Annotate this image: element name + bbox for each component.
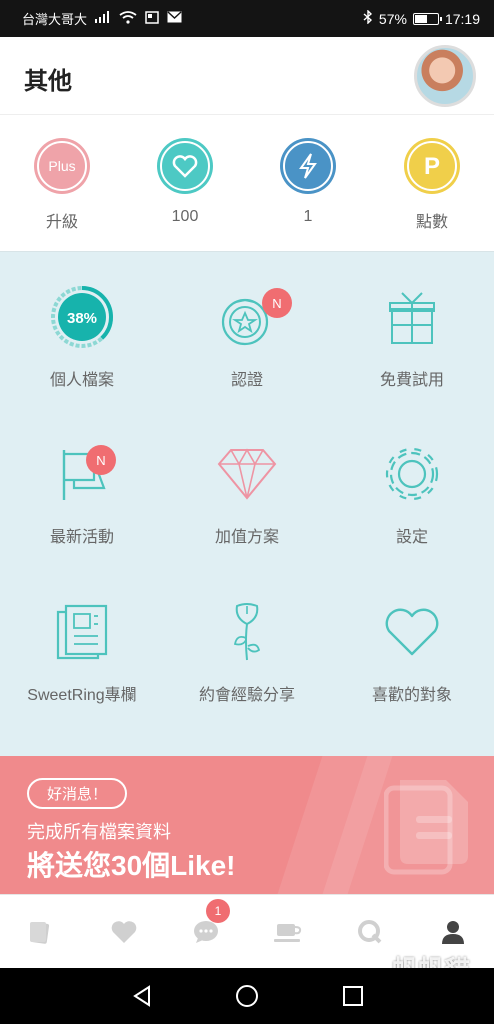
- stat-boost[interactable]: 1: [253, 138, 363, 226]
- signal-icon: [95, 11, 111, 26]
- new-badge: N: [86, 445, 116, 475]
- clock: 17:19: [444, 10, 480, 27]
- tab-coffee[interactable]: [273, 917, 303, 947]
- q-icon: [358, 920, 382, 944]
- stat-points[interactable]: P 點數: [377, 138, 487, 232]
- person-icon: [442, 921, 464, 944]
- gift-icon: [330, 282, 494, 352]
- stats-row: Plus 升級 100 1 P 點數: [0, 116, 494, 252]
- carrier-label: 台灣大哥大: [22, 12, 88, 27]
- document-icon: [384, 780, 468, 875]
- grid-item-label: 認證: [230, 372, 263, 389]
- battery-percent: 57%: [378, 10, 407, 27]
- home-icon[interactable]: [235, 984, 259, 1008]
- recents-icon[interactable]: [341, 984, 365, 1008]
- tab-qa[interactable]: [355, 917, 385, 947]
- tab-likes[interactable]: [109, 917, 139, 947]
- points-text: P: [424, 153, 440, 180]
- header: 其他: [0, 37, 494, 115]
- grid-item-liked[interactable]: 喜歡的對象: [330, 597, 494, 705]
- grid-item-column[interactable]: SweetRing專欄: [0, 597, 164, 705]
- medal-icon: N: [165, 282, 329, 352]
- stat-likes[interactable]: 100: [130, 138, 240, 226]
- points-icon: P: [404, 138, 460, 194]
- stat-label: 100: [171, 208, 199, 225]
- wifi-icon: [119, 10, 137, 27]
- chat-badge: 1: [206, 899, 230, 923]
- tab-cards[interactable]: [26, 917, 56, 947]
- promo-banner[interactable]: 好消息！ 完成所有檔案資料 將送您30個Like!: [0, 756, 494, 894]
- heart-tab-icon: [111, 921, 137, 943]
- stat-label: 1: [303, 208, 313, 225]
- coffee-icon: [274, 924, 302, 942]
- newspaper-icon: [0, 597, 164, 667]
- stat-label: 點數: [415, 214, 448, 231]
- grid-item-profile[interactable]: 38% 個人檔案: [0, 282, 164, 390]
- tab-profile[interactable]: [438, 917, 468, 947]
- grid-item-label: 喜歡的對象: [371, 687, 452, 704]
- heart-icon: [157, 138, 213, 194]
- progress-text: 38%: [67, 310, 97, 327]
- grid-item-label: 設定: [395, 529, 428, 546]
- grid-item-label: 約會經驗分享: [198, 687, 295, 704]
- plus-upgrade-icon: Plus: [34, 138, 90, 194]
- plus-text: Plus: [48, 158, 75, 174]
- chat-icon: [194, 921, 218, 943]
- grid-item-events[interactable]: N 最新活動: [0, 439, 164, 547]
- android-nav-bar: [0, 968, 494, 1024]
- status-bar: 台灣大哥大 57% 17:19: [0, 0, 494, 37]
- cards-icon: [30, 922, 50, 944]
- banner-pill: 好消息！: [27, 778, 128, 809]
- stat-label: 升級: [45, 214, 78, 231]
- banner-line1: 完成所有檔案資料: [27, 822, 171, 842]
- grid-item-label: 最新活動: [49, 529, 114, 546]
- mail-icon: [167, 11, 182, 26]
- rose-icon: [165, 597, 329, 667]
- gear-icon: [330, 439, 494, 509]
- lightning-icon: [280, 138, 336, 194]
- grid-item-plans[interactable]: 加值方案: [165, 439, 329, 547]
- grid-item-label: 個人檔案: [49, 372, 114, 389]
- grid-item-free-trial[interactable]: 免費試用: [330, 282, 494, 390]
- banner-line2: 將送您30個Like!: [27, 850, 236, 881]
- news-icon: [145, 10, 159, 27]
- battery-fill: [414, 14, 427, 23]
- grid-item-label: 免費試用: [379, 372, 444, 389]
- grid-item-date-stories[interactable]: 約會經驗分享: [165, 597, 329, 705]
- profile-progress-icon: 38%: [0, 282, 164, 352]
- back-icon[interactable]: [130, 984, 154, 1008]
- grid-item-label: 加值方案: [214, 529, 279, 546]
- grid-item-label: SweetRing專欄: [27, 687, 137, 704]
- heart-outline-icon: [330, 597, 494, 667]
- flag-icon: N: [0, 439, 164, 509]
- stat-upgrade[interactable]: Plus 升級: [7, 138, 117, 232]
- bluetooth-icon: [363, 9, 373, 27]
- page-title: 其他: [24, 68, 72, 95]
- battery-icon: [412, 12, 442, 25]
- avatar[interactable]: [414, 45, 476, 107]
- grid-item-settings[interactable]: 設定: [330, 439, 494, 547]
- new-badge: N: [262, 288, 292, 318]
- feature-grid: 38% 個人檔案 N 認證 免費試用 N 最新活動 加值方案 設定 SweetR…: [0, 252, 494, 756]
- grid-item-verify[interactable]: N 認證: [165, 282, 329, 390]
- diamond-icon: [165, 439, 329, 509]
